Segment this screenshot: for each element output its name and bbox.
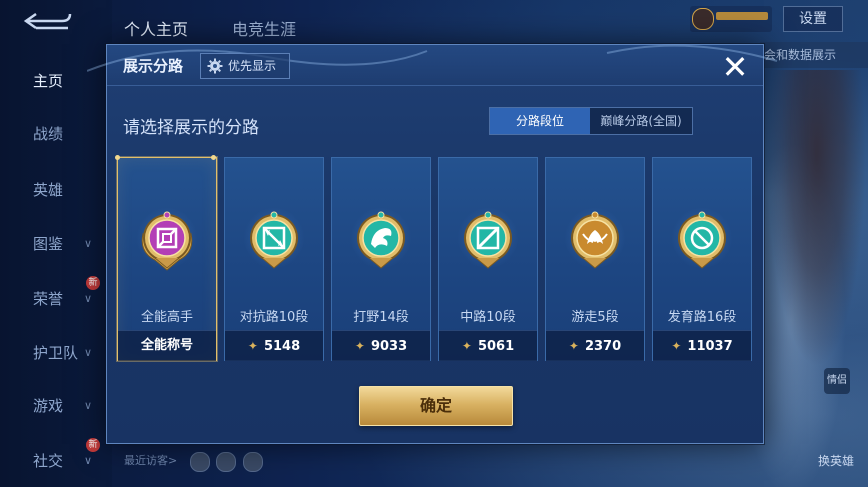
- selection-corner-dot: [115, 155, 120, 160]
- lane-card-value: ✦ 11037: [653, 331, 751, 362]
- chevron-down-icon: ∨: [84, 345, 93, 359]
- lane-card[interactable]: 全能高手 全能称号: [115, 155, 217, 361]
- data-display-plate: 会和数据展示: [760, 42, 868, 68]
- lane-card[interactable]: 打野14段 ✦ 9033: [331, 157, 431, 361]
- new-badge: 新: [86, 276, 100, 290]
- back-arrow-icon[interactable]: [22, 10, 74, 32]
- lane-card-value: ✦ 5148: [225, 331, 323, 362]
- tab-esports-career[interactable]: 电竞生涯: [232, 16, 296, 40]
- lane-card-footer: ✦ 11037: [653, 330, 751, 361]
- tab-peak-lane-national[interactable]: 巅峰分路(全国): [590, 108, 692, 134]
- lane-card-name: 全能高手: [140, 310, 193, 325]
- priority-display-label: 优先显示: [228, 59, 277, 73]
- new-badge: 新: [86, 438, 100, 452]
- sidebar-item-label: 战绩: [33, 124, 64, 143]
- couple-icon[interactable]: 情侣: [824, 368, 850, 394]
- jungle-emblem-icon: [349, 208, 413, 278]
- sidebar-item[interactable]: 游戏 ∨: [0, 385, 110, 425]
- priority-display-button[interactable]: 优先显示: [200, 53, 290, 79]
- rank-badge: [690, 6, 772, 32]
- recent-visitors-link[interactable]: 最近访客>: [124, 452, 177, 468]
- lane-card-value-text: 全能称号: [140, 338, 193, 353]
- close-icon[interactable]: ✕: [718, 51, 752, 85]
- gear-icon: [207, 58, 223, 74]
- sidebar-item[interactable]: 社交 ∨ 新: [0, 438, 110, 480]
- sidebar-item[interactable]: 图鉴 ∨: [0, 223, 110, 263]
- visitor-avatar[interactable]: [243, 452, 263, 472]
- lane-card-footer: 全能称号: [118, 330, 216, 361]
- lane-card-value: 全能称号: [118, 331, 216, 361]
- sidebar-item-label: 荣誉: [33, 289, 64, 308]
- sidebar-item-label: 游戏: [33, 396, 64, 415]
- clash-lane-emblem-icon: [242, 208, 306, 278]
- sidebar-item-label: 英雄: [33, 180, 64, 199]
- sidebar-item-label: 主页: [33, 71, 64, 90]
- lane-card-value-text: 2370: [584, 339, 622, 354]
- settings-button[interactable]: 设置: [783, 6, 843, 32]
- lane-card-value: ✦ 2370: [546, 331, 644, 362]
- star-icon: ✦: [671, 339, 682, 353]
- lane-card[interactable]: 发育路16段 ✦ 11037: [652, 157, 752, 361]
- lane-card[interactable]: 对抗路10段 ✦ 5148: [224, 157, 324, 361]
- player-figure-icon: [692, 8, 714, 30]
- lane-card-value-text: 5148: [263, 339, 301, 354]
- mid-lane-emblem-icon: [456, 208, 520, 278]
- star-icon: ✦: [247, 339, 258, 353]
- lane-card-footer: ✦ 5148: [225, 330, 323, 361]
- chevron-down-icon: ∨: [84, 291, 93, 305]
- lane-card-name: 打野14段: [353, 310, 409, 325]
- rank-banner: [716, 12, 768, 20]
- lane-card-name: 对抗路10段: [239, 310, 309, 325]
- chevron-down-icon: ∨: [84, 398, 93, 412]
- lane-card-name: 发育路16段: [667, 310, 737, 325]
- star-icon: ✦: [568, 339, 579, 353]
- lane-card[interactable]: 中路10段 ✦ 5061: [438, 157, 538, 361]
- sidebar-item[interactable]: 战绩: [0, 113, 110, 153]
- chevron-down-icon: ∨: [84, 453, 93, 467]
- sidebar-item[interactable]: 主页: [0, 60, 110, 100]
- section-title: 请选择展示的分路: [123, 118, 259, 138]
- change-hero-button[interactable]: 换英雄: [818, 452, 854, 469]
- tab-lane-rank[interactable]: 分路段位: [490, 108, 590, 134]
- lane-card-value: ✦ 9033: [332, 331, 430, 362]
- sidebar-item[interactable]: 荣誉 ∨ 新: [0, 276, 110, 318]
- roam-emblem-icon: [563, 208, 627, 278]
- lane-card-name: 游走5段: [571, 310, 619, 325]
- star-icon: ✦: [354, 339, 365, 353]
- lane-card-footer: ✦ 2370: [546, 330, 644, 361]
- tab-personal-home[interactable]: 个人主页: [124, 16, 188, 40]
- sidebar-item-label: 社交: [33, 451, 64, 470]
- lane-card[interactable]: 游走5段 ✦ 2370: [545, 157, 645, 361]
- lane-card-footer: ✦ 5061: [439, 330, 537, 361]
- lane-card-name: 中路10段: [460, 310, 516, 325]
- lane-card-value-text: 11037: [687, 339, 733, 354]
- sidebar-item-label: 护卫队: [33, 343, 79, 362]
- sidebar-item-label: 图鉴: [33, 234, 64, 253]
- lane-display-dialog: 展示分路 优先显示 ✕ 请选择展示的分路 分路段位 巅峰分路(全国) 全能高手全…: [87, 44, 778, 444]
- dialog-title: 展示分路: [123, 57, 184, 75]
- lane-card-value-text: 5061: [477, 339, 515, 354]
- visitor-avatar[interactable]: [190, 452, 210, 472]
- lane-card-value-text: 9033: [370, 339, 408, 354]
- all-round-emblem-icon: [135, 208, 199, 278]
- selection-corner-dot: [211, 155, 216, 160]
- visitor-avatar[interactable]: [216, 452, 236, 472]
- confirm-button[interactable]: 确定: [359, 386, 513, 426]
- lane-card-footer: ✦ 9033: [332, 330, 430, 361]
- farm-lane-emblem-icon: [670, 208, 734, 278]
- sidebar-item[interactable]: 英雄: [0, 169, 110, 209]
- star-icon: ✦: [461, 339, 472, 353]
- chevron-down-icon: ∨: [84, 236, 93, 250]
- lane-card-value: ✦ 5061: [439, 331, 537, 362]
- sidebar-item[interactable]: 护卫队 ∨: [0, 332, 110, 372]
- lane-tab-switch: 分路段位 巅峰分路(全国): [489, 107, 693, 135]
